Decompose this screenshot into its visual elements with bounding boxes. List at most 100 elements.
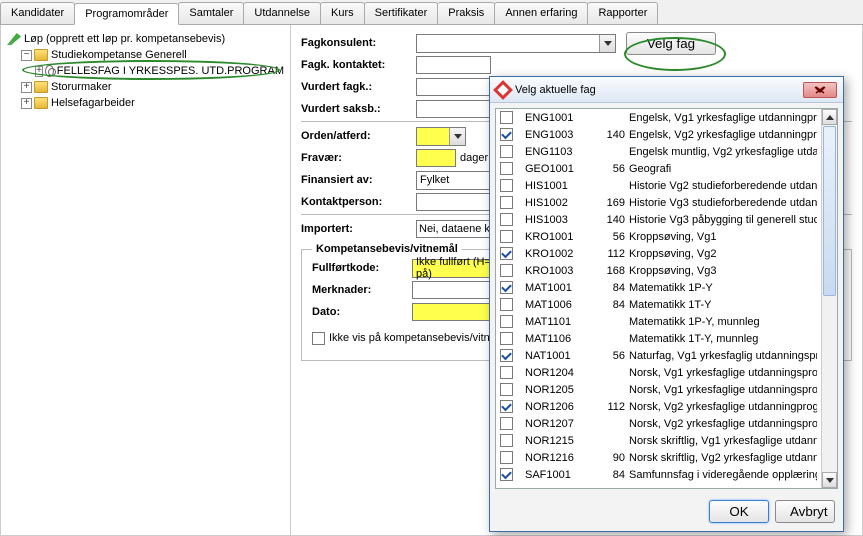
cancel-button[interactable]: Avbryt: [775, 500, 835, 523]
dialog-titlebar[interactable]: Velg aktuelle fag: [490, 77, 843, 103]
fag-row[interactable]: MAT100684Matematikk 1T-Y: [496, 296, 821, 313]
chevron-down-icon[interactable]: [449, 128, 465, 145]
fag-row[interactable]: HIS1001Historie Vg2 studieforberedende u…: [496, 177, 821, 194]
fag-checkbox[interactable]: [500, 264, 513, 277]
tab-kandidater[interactable]: Kandidater: [0, 2, 75, 24]
fag-name: Engelsk muntlig, Vg2 yrkesfaglige utdann…: [629, 146, 817, 158]
fag-code: NOR1204: [525, 367, 595, 379]
fag-name: Matematikk 1P-Y: [629, 282, 817, 294]
fag-checkbox[interactable]: [500, 315, 513, 328]
scroll-thumb[interactable]: [823, 126, 836, 296]
tree-root[interactable]: Løp (opprett ett løp pr. kompetansebevis…: [7, 31, 284, 47]
label-vurdert-saksb: Vurdert saksb.:: [301, 103, 416, 115]
label-fagkonsulent: Fagkonsulent:: [301, 37, 416, 49]
fag-row[interactable]: MAT1101Matematikk 1P-Y, munnleg: [496, 313, 821, 330]
fag-checkbox[interactable]: [500, 213, 513, 226]
close-button[interactable]: [803, 82, 837, 98]
fag-checkbox[interactable]: [500, 349, 513, 362]
fag-checkbox[interactable]: [500, 145, 513, 158]
fag-name: Historie Vg3 påbygging til generell stud…: [629, 214, 817, 226]
ok-button[interactable]: OK: [709, 500, 769, 523]
fagkonsulent-combo[interactable]: [416, 34, 616, 53]
fag-row[interactable]: ENG1103Engelsk muntlig, Vg2 yrkesfaglige…: [496, 143, 821, 160]
fag-checkbox[interactable]: [500, 196, 513, 209]
fag-row[interactable]: NOR121690Norsk skriftlig, Vg2 yrkesfagli…: [496, 449, 821, 466]
fag-list[interactable]: ENG1001Engelsk, Vg1 yrkesfaglige utdanni…: [496, 109, 821, 488]
fag-checkbox[interactable]: [500, 111, 513, 124]
fag-row[interactable]: NOR1205Norsk, Vg1 yrkesfaglige utdanning…: [496, 381, 821, 398]
tree-root-label: Løp (opprett ett løp pr. kompetansebevis…: [24, 33, 225, 45]
fag-checkbox[interactable]: [500, 366, 513, 379]
fag-code: KRO1001: [525, 231, 595, 243]
label-kontaktperson: Kontaktperson:: [301, 196, 416, 208]
tab-praksis[interactable]: Praksis: [437, 2, 495, 24]
fag-row[interactable]: HIS1003140Historie Vg3 påbygging til gen…: [496, 211, 821, 228]
tab-utdannelse[interactable]: Utdannelse: [243, 2, 321, 24]
tree-item[interactable]: +Helsefagarbeider: [7, 95, 284, 111]
fag-checkbox[interactable]: [500, 128, 513, 141]
fag-checkbox[interactable]: [500, 417, 513, 430]
fag-checkbox[interactable]: [500, 298, 513, 311]
tab-kurs[interactable]: Kurs: [320, 2, 365, 24]
fag-checkbox[interactable]: [500, 451, 513, 464]
fag-checkbox[interactable]: [500, 179, 513, 192]
dato-input[interactable]: [412, 303, 492, 321]
fag-name: Norsk, Vg1 yrkesfaglige utdanningsprogra…: [629, 384, 817, 396]
fag-checkbox[interactable]: [500, 400, 513, 413]
velg-fag-button[interactable]: Velg fag: [626, 32, 716, 55]
vurdert-saksb-input[interactable]: [416, 100, 491, 118]
fag-checkbox[interactable]: [500, 434, 513, 447]
fravaer-input[interactable]: [416, 149, 456, 167]
tree-item[interactable]: +Storurmaker: [7, 79, 284, 95]
fag-row[interactable]: KRO1002112Kroppsøving, Vg2: [496, 245, 821, 262]
fag-checkbox[interactable]: [500, 247, 513, 260]
tree-expander[interactable]: +: [21, 98, 32, 109]
tree-expander[interactable]: +: [35, 66, 43, 77]
tree-expander[interactable]: +: [21, 82, 32, 93]
fagk-kontaktet-input[interactable]: [416, 56, 491, 74]
fag-name: Kroppsøving, Vg3: [629, 265, 817, 277]
tree-item[interactable]: −Studiekompetanse Generell: [7, 47, 284, 63]
orden-atferd-combo[interactable]: [416, 127, 466, 146]
fag-row[interactable]: MAT100184Matematikk 1P-Y: [496, 279, 821, 296]
fag-checkbox[interactable]: [500, 281, 513, 294]
fag-checkbox[interactable]: [500, 230, 513, 243]
vertical-scrollbar[interactable]: [821, 109, 837, 488]
tab-annen erfaring[interactable]: Annen erfaring: [494, 2, 588, 24]
fag-row[interactable]: NOR1206112Norsk, Vg2 yrkesfaglige utdann…: [496, 398, 821, 415]
fag-checkbox[interactable]: [500, 468, 513, 481]
fag-hours: 84: [595, 282, 625, 294]
tab-samtaler[interactable]: Samtaler: [178, 2, 244, 24]
fag-code: HIS1001: [525, 180, 595, 192]
fag-row[interactable]: NAT100156Naturfag, Vg1 yrkesfaglig utdan…: [496, 347, 821, 364]
tab-rapporter[interactable]: Rapporter: [587, 2, 658, 24]
fag-row[interactable]: GEO100156Geografi: [496, 160, 821, 177]
tab-bar: KandidaterProgramområderSamtalerUtdannel…: [0, 0, 863, 25]
fag-row[interactable]: KRO100156Kroppsøving, Vg1: [496, 228, 821, 245]
fag-row[interactable]: SAF100184Samfunnsfag i videregående oppl…: [496, 466, 821, 483]
vurdert-fagk-input[interactable]: [416, 78, 491, 96]
tree-expander[interactable]: −: [21, 50, 32, 61]
chevron-down-icon[interactable]: [599, 35, 615, 52]
ikke-vis-checkbox[interactable]: [312, 332, 325, 345]
tree-item[interactable]: +FELLESFAG I YRKESSPES. UTD.PROGRAM: [7, 63, 284, 79]
fag-row[interactable]: ENG1001Engelsk, Vg1 yrkesfaglige utdanni…: [496, 109, 821, 126]
fag-row[interactable]: NOR1207Norsk, Vg2 yrkesfaglige utdanning…: [496, 415, 821, 432]
fag-row[interactable]: MAT1106Matematikk 1T-Y, munnleg: [496, 330, 821, 347]
scroll-up-button[interactable]: [822, 109, 837, 125]
fag-row[interactable]: KRO1003168Kroppsøving, Vg3: [496, 262, 821, 279]
fag-row[interactable]: NOR1204Norsk, Vg1 yrkesfaglige utdanning…: [496, 364, 821, 381]
diamond-icon: [493, 80, 513, 100]
tab-programområder[interactable]: Programområder: [74, 3, 179, 25]
fag-row[interactable]: HIS1002169Historie Vg3 studieforberedend…: [496, 194, 821, 211]
tab-sertifikater[interactable]: Sertifikater: [364, 2, 439, 24]
fag-name: Norsk, Vg2 yrkesfaglige utdanningsprogra…: [629, 418, 817, 430]
fag-row[interactable]: ENG1003140Engelsk, Vg2 yrkesfaglige utda…: [496, 126, 821, 143]
fag-checkbox[interactable]: [500, 332, 513, 345]
fag-checkbox[interactable]: [500, 162, 513, 175]
fag-name: Samfunnsfag i videregående opplæring: [629, 469, 817, 481]
fag-hours: 90: [595, 452, 625, 464]
fag-row[interactable]: NOR1215Norsk skriftlig, Vg1 yrkesfaglige…: [496, 432, 821, 449]
scroll-down-button[interactable]: [822, 472, 837, 488]
fag-checkbox[interactable]: [500, 383, 513, 396]
